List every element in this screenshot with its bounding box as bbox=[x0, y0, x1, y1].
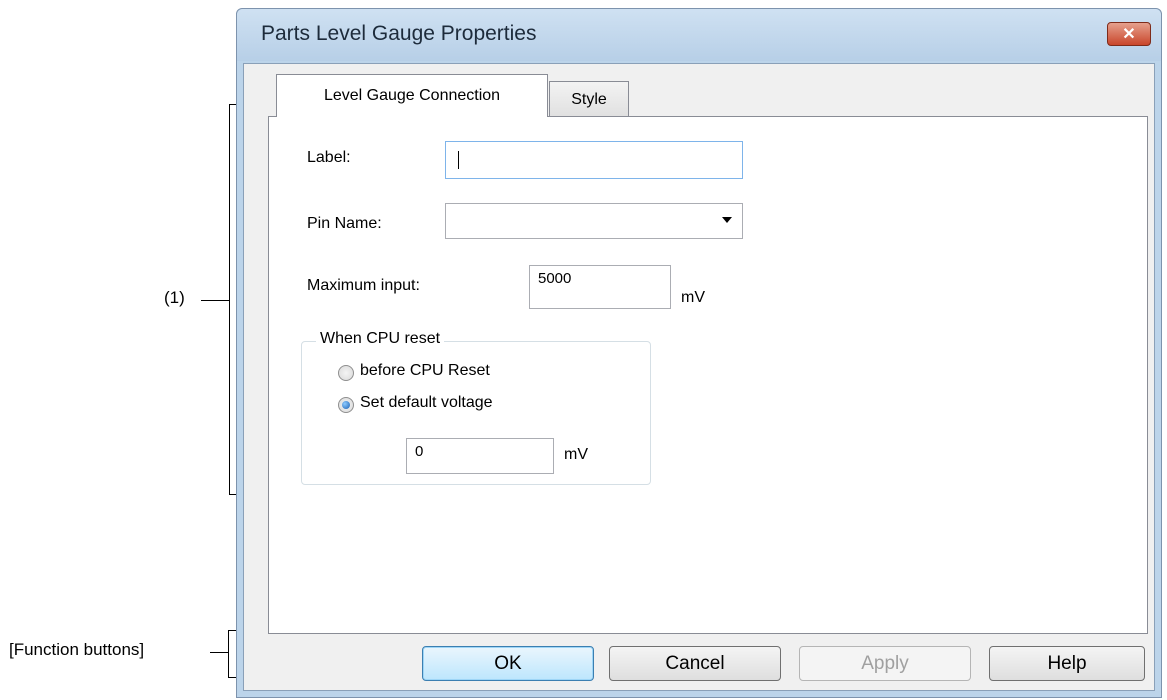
ok-label: OK bbox=[494, 652, 522, 674]
properties-dialog: Parts Level Gauge Properties ✕ Level Gau… bbox=[236, 8, 1162, 698]
max-input-field[interactable]: 5000 bbox=[529, 265, 671, 309]
radio-checked-icon[interactable] bbox=[338, 397, 354, 413]
region-1-annotation: (1) bbox=[164, 288, 185, 307]
max-input-caption: Maximum input: bbox=[307, 277, 420, 294]
default-voltage-unit: mV bbox=[564, 446, 588, 463]
cancel-button[interactable]: Cancel bbox=[609, 646, 781, 681]
default-voltage-field[interactable]: 0 bbox=[406, 438, 554, 474]
radio-set-default-voltage[interactable]: Set default voltage bbox=[338, 394, 598, 416]
max-input-unit: mV bbox=[681, 289, 705, 306]
dialog-client-area: Level Gauge Connection Style Label: Pin … bbox=[243, 63, 1155, 691]
tab-panel: Label: Pin Name: Maximum input: 5000 mV … bbox=[268, 116, 1148, 634]
close-icon: ✕ bbox=[1122, 26, 1136, 43]
label-input[interactable] bbox=[445, 141, 743, 179]
function-buttons-annotation: [Function buttons] bbox=[9, 640, 145, 659]
function-buttons-tick bbox=[210, 652, 228, 653]
cpu-reset-group-title: When CPU reset bbox=[316, 330, 445, 348]
region-1-tick bbox=[201, 300, 229, 301]
window-title: Parts Level Gauge Properties bbox=[261, 22, 537, 45]
tab-label: Style bbox=[571, 90, 607, 108]
radio-unchecked-icon[interactable] bbox=[338, 365, 354, 381]
cpu-reset-group: When CPU reset before CPU Reset Set defa… bbox=[301, 330, 651, 485]
tab-style[interactable]: Style bbox=[549, 81, 629, 117]
radio-default-label: Set default voltage bbox=[360, 394, 493, 411]
close-button[interactable]: ✕ bbox=[1107, 22, 1151, 46]
default-voltage-value: 0 bbox=[415, 443, 424, 460]
apply-label: Apply bbox=[861, 652, 909, 674]
cancel-label: Cancel bbox=[665, 652, 725, 674]
label-caption: Label: bbox=[307, 149, 351, 166]
help-button[interactable]: Help bbox=[989, 646, 1145, 681]
radio-before-cpu-reset[interactable]: before CPU Reset bbox=[338, 362, 598, 384]
max-input-value: 5000 bbox=[538, 270, 572, 287]
pin-name-caption: Pin Name: bbox=[307, 215, 382, 232]
ok-button[interactable]: OK bbox=[422, 646, 594, 681]
text-cursor bbox=[458, 151, 459, 169]
chevron-down-icon[interactable] bbox=[722, 217, 732, 223]
radio-before-label: before CPU Reset bbox=[360, 362, 490, 379]
tab-label: Level Gauge Connection bbox=[323, 87, 501, 104]
help-label: Help bbox=[1047, 652, 1087, 674]
apply-button[interactable]: Apply bbox=[799, 646, 971, 681]
tab-level-gauge-connection[interactable]: Level Gauge Connection bbox=[276, 74, 548, 117]
title-bar[interactable]: Parts Level Gauge Properties ✕ bbox=[237, 9, 1161, 61]
pin-name-dropdown[interactable] bbox=[445, 203, 743, 239]
